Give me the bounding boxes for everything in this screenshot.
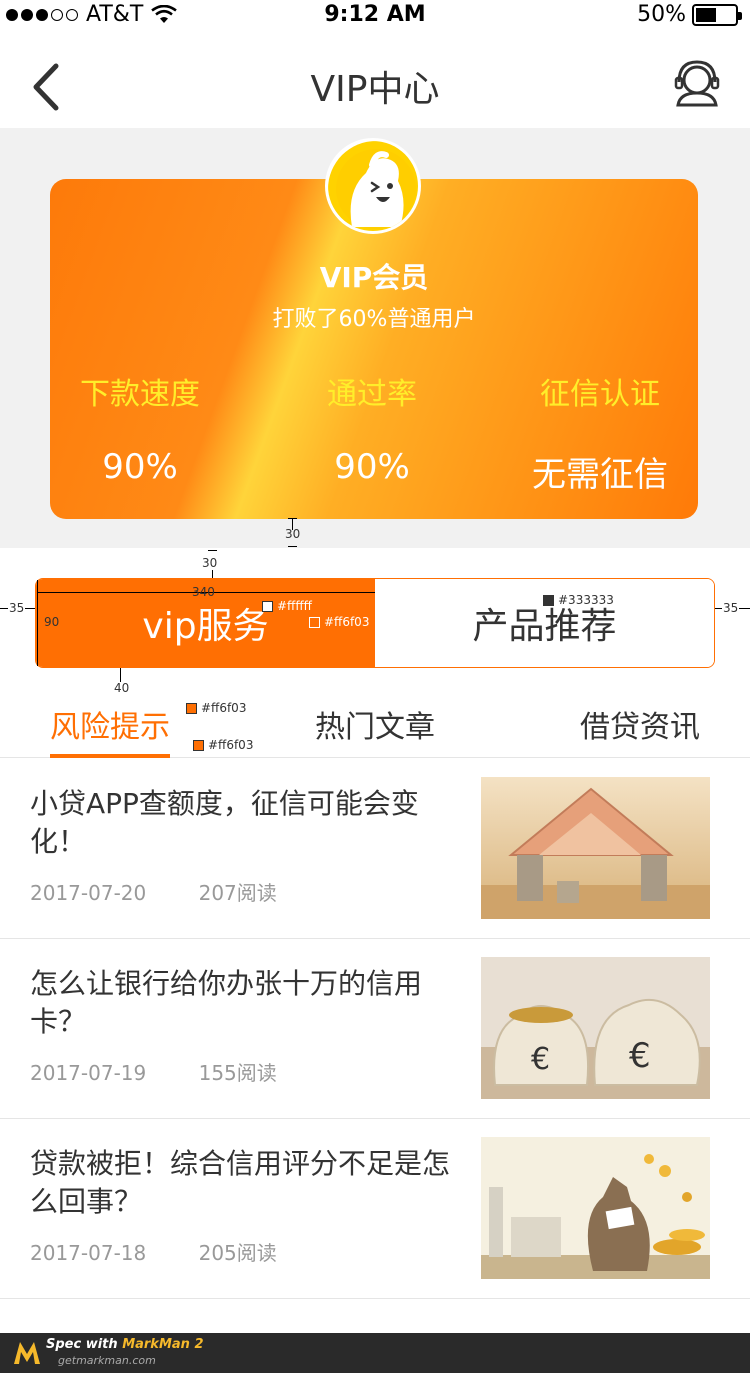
spec-color-orange: #ff6f03: [309, 615, 369, 629]
markman-logo-icon: [14, 1342, 40, 1364]
footer-url: getmarkman.com: [58, 1354, 156, 1367]
article-item[interactable]: 怎么让银行给你办张十万的信用卡？ 2017-07-19 155阅读 € €: [0, 939, 750, 1119]
tab-underline: [50, 754, 170, 758]
article-thumbnail: [481, 777, 710, 919]
stat-value: 无需征信: [532, 455, 668, 495]
status-right: 50%: [637, 2, 742, 27]
article-meta: 2017-07-20 207阅读: [30, 877, 277, 906]
spec-side-left: 35: [8, 601, 26, 615]
stat-label: 下款速度: [80, 377, 200, 412]
nav-bar: VIP中心: [0, 32, 750, 128]
stat-value: 90%: [102, 447, 178, 487]
tab-loan-news[interactable]: 借贷资讯: [580, 702, 700, 746]
tab-risk-tips[interactable]: 风险提示: [50, 702, 170, 746]
customer-service-icon[interactable]: [672, 58, 722, 108]
stat-speed: 下款速度 90%: [50, 369, 240, 487]
spec-color-white: #ffffff: [262, 599, 312, 613]
stat-value: 90%: [334, 447, 410, 487]
article-thumbnail: [481, 1137, 710, 1279]
stat-label: 征信认证: [540, 377, 660, 412]
stat-credit: 征信认证 无需征信: [500, 369, 698, 496]
article-title: 小贷APP查额度，征信可能会变化！: [30, 787, 419, 858]
article-title: 怎么让银行给你办张十万的信用卡？: [30, 967, 423, 1038]
article-meta: 2017-07-19 155阅读: [30, 1057, 277, 1086]
article-date: 2017-07-20: [30, 881, 147, 905]
vip-subtitle: 打败了60%普通用户: [272, 307, 476, 332]
article-reads: 205阅读: [198, 1241, 277, 1265]
tab-bar: 风险提示 热门文章 借贷资讯: [0, 690, 750, 758]
article-item[interactable]: 小贷APP查额度，征信可能会变化！ 2017-07-20 207阅读: [0, 759, 750, 939]
markman-footer: Spec with MarkMan 2 getmarkman.com: [0, 1333, 750, 1373]
spec-gap-bottom: 30: [202, 556, 218, 570]
status-bar: AT&T 9:12 AM 50%: [0, 0, 750, 32]
article-reads: 207阅读: [198, 881, 277, 905]
battery-icon: [692, 3, 742, 26]
spec-color-text: #333333: [543, 593, 614, 607]
avatar: [325, 138, 421, 234]
vip-header-area: 下款速度 90% 通过率 90% 征信认证 无需征信 VIP会员 打败了60%普…: [0, 128, 750, 548]
article-item[interactable]: 贷款被拒！综合信用评分不足是怎么回事？ 2017-07-18 205阅读: [0, 1119, 750, 1299]
svg-text:€: €: [531, 1042, 550, 1077]
article-date: 2017-07-18: [30, 1241, 147, 1265]
spec-gap-top: 30: [285, 527, 301, 541]
stat-pass-rate: 通过率 90%: [272, 369, 472, 487]
battery-percent: 50%: [637, 2, 686, 27]
article-meta: 2017-07-18 205阅读: [30, 1237, 277, 1266]
spec-height: 90: [44, 615, 60, 629]
stat-label: 通过率: [327, 377, 417, 412]
footer-brand: Spec with MarkMan 2: [46, 1337, 204, 1352]
article-date: 2017-07-19: [30, 1061, 147, 1085]
article-thumbnail: € €: [481, 957, 710, 1099]
spec-side-right: 35: [722, 601, 740, 615]
spec-width: 340: [192, 585, 215, 599]
article-title: 贷款被拒！综合信用评分不足是怎么回事？: [30, 1147, 451, 1218]
article-reads: 155阅读: [198, 1061, 277, 1085]
vip-title: VIP会员: [319, 261, 429, 294]
svg-text:€: €: [629, 1036, 651, 1076]
page-title: VIP中心: [310, 69, 440, 110]
tab-hot-articles[interactable]: 热门文章: [315, 702, 435, 746]
